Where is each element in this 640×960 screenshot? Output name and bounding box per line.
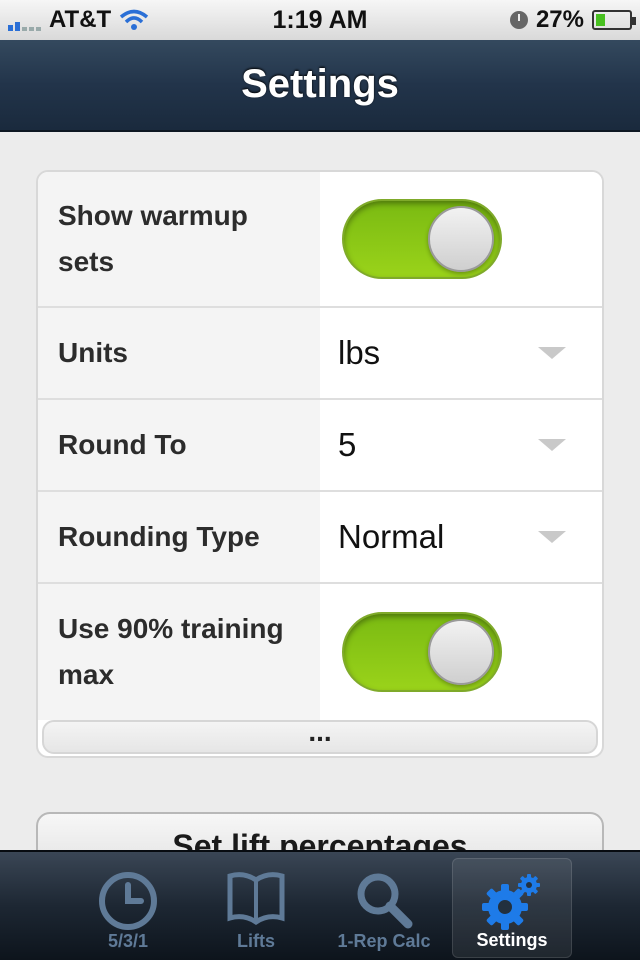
chevron-down-icon [538,531,566,543]
tab-531[interactable]: 5/3/1 [68,858,188,958]
rounding-type-label: Rounding Type [38,492,320,582]
toggle-knob [428,619,494,685]
nav-bar: Settings [0,40,640,132]
row-training-max: Use 90% training max [38,584,602,720]
battery-icon [592,10,636,30]
alarm-icon [509,11,528,29]
training-max-label: Use 90% training max [38,584,320,720]
book-icon [227,872,285,926]
rounding-type-value: Normal [338,518,445,555]
gear-icon [482,874,540,930]
row-show-warmup: Show warmup sets [38,172,602,308]
tab-bar: 5/3/1 Lifts 1-Rep Calc Settings [0,850,640,960]
status-bar: AT&T 1:19 AM 27% [0,0,640,40]
row-rounding-type: Rounding Type Normal [38,492,602,584]
units-label: Units [38,308,320,398]
round-to-value: 5 [338,426,357,463]
page-title: Settings [241,62,399,106]
magnifier-icon [357,873,413,929]
chevron-down-icon [538,347,566,359]
clock-icon [99,872,157,930]
tab-1-rep-calc[interactable]: 1-Rep Calc [324,858,444,958]
more-button[interactable]: ... [42,718,598,754]
rounding-type-select[interactable]: Normal [320,492,602,582]
settings-card: Show warmup sets Units lbs Round To 5 Ro… [36,170,604,758]
toggle-knob [428,206,494,272]
tab-settings[interactable]: Settings [452,858,572,958]
row-units: Units lbs [38,308,602,400]
show-warmup-toggle[interactable] [342,199,502,279]
round-to-select[interactable]: 5 [320,400,602,490]
battery-percent: 27% [535,6,584,33]
training-max-toggle[interactable] [342,612,502,692]
units-select[interactable]: lbs [320,308,602,398]
tab-lifts[interactable]: Lifts [196,858,316,958]
show-warmup-label: Show warmup sets [38,172,320,306]
units-value: lbs [338,334,381,371]
chevron-down-icon [538,439,566,451]
round-to-label: Round To [38,400,320,490]
row-round-to: Round To 5 [38,400,602,492]
